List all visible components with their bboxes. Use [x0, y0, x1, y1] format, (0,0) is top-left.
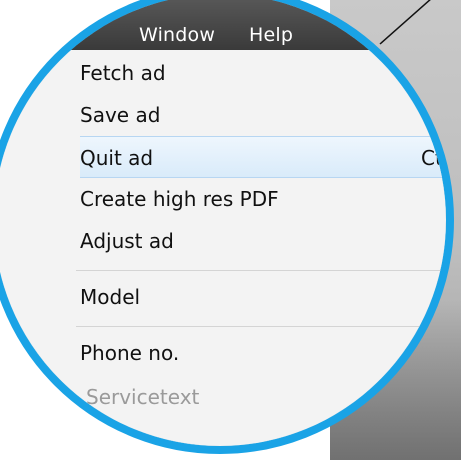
menu-separator	[76, 326, 446, 327]
menu-item-label: Save ad	[80, 103, 161, 127]
menu-item-phone-no[interactable]: Phone no.	[80, 332, 446, 372]
menu-item-model[interactable]: Model	[80, 276, 446, 316]
menu-bar: Window Help	[0, 0, 446, 50]
menu-separator	[76, 270, 446, 271]
menu-item-label: Model	[80, 285, 141, 309]
magnifier-lens: Window Help Fetch ad Save ad Ctrl+3 Quit…	[0, 0, 454, 454]
menu-item-label: Create high res PDF	[80, 187, 279, 211]
dropdown-menu: Fetch ad Save ad Ctrl+3 Quit ad Ctrl+2 C…	[0, 50, 446, 446]
menu-item-label: Servicetext	[86, 385, 200, 409]
menu-item-fetch-ad[interactable]: Fetch ad	[80, 52, 446, 92]
menu-item-label: Phone no.	[80, 341, 180, 365]
menu-item-save-ad[interactable]: Save ad Ctrl+3	[80, 94, 446, 134]
menu-item-quit-ad[interactable]: Quit ad Ctrl+2	[80, 136, 446, 178]
menu-item-label: Quit ad	[80, 146, 154, 170]
menu-item-servicetext: Servicetext	[80, 376, 446, 416]
menu-window[interactable]: Window	[139, 24, 215, 46]
menu-help[interactable]: Help	[249, 24, 293, 46]
menu-item-create-high-res-pdf[interactable]: Create high res PDF	[80, 178, 446, 218]
menu-item-adjust-ad[interactable]: Adjust ad	[80, 220, 446, 260]
menu-item-label: Fetch ad	[80, 61, 166, 85]
menu-item-label: Adjust ad	[80, 229, 174, 253]
